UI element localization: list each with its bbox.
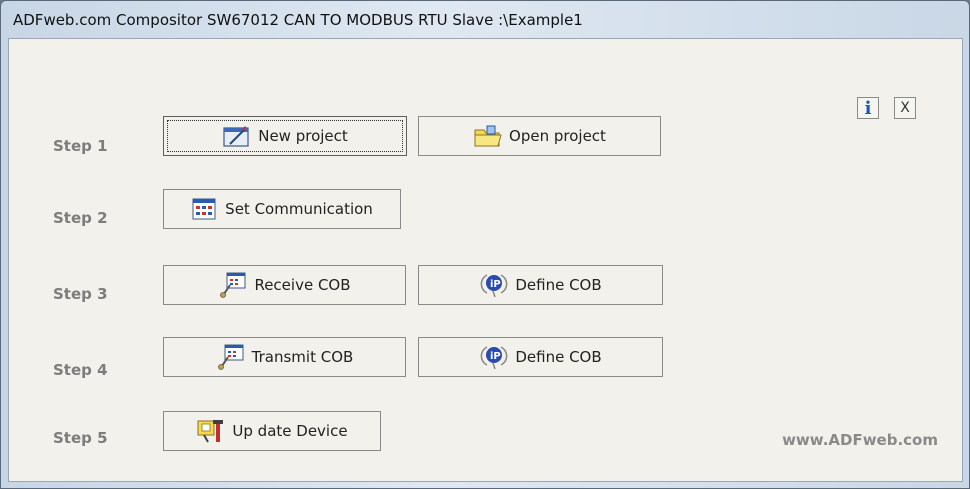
svg-text:iP: iP xyxy=(490,351,501,362)
main-panel: i X Step 1 New project Open project Step… xyxy=(8,38,963,482)
app-window: ADFweb.com Compositor SW67012 CAN TO MOD… xyxy=(0,0,970,489)
footer-url: www.ADFweb.com xyxy=(782,431,938,449)
step-4-label: Step 4 xyxy=(53,361,108,379)
info-icon: i xyxy=(864,97,872,119)
transmit-cob-icon xyxy=(216,343,246,371)
define-cob-icon: iP xyxy=(479,271,509,299)
define-cob-icon: iP xyxy=(479,343,509,371)
close-icon: X xyxy=(900,100,910,116)
define-cob-label-step-4: Define COB xyxy=(515,348,602,366)
transmit-cob-button[interactable]: Transmit COB xyxy=(163,337,406,377)
receive-cob-button[interactable]: Receive COB xyxy=(163,265,406,305)
define-cob-label-step-3: Define COB xyxy=(515,276,602,294)
svg-text:iP: iP xyxy=(490,279,501,290)
step-2-label: Step 2 xyxy=(53,209,108,227)
define-cob-button-step-3[interactable]: iP Define COB xyxy=(418,265,663,305)
step-3-label: Step 3 xyxy=(53,285,108,303)
window-title: ADFweb.com Compositor SW67012 CAN TO MOD… xyxy=(13,11,583,29)
close-button[interactable]: X xyxy=(894,97,916,119)
communication-settings-icon xyxy=(191,195,219,223)
open-project-button[interactable]: Open project xyxy=(418,116,661,156)
update-device-label: Up date Device xyxy=(232,422,348,440)
new-project-button[interactable]: New project xyxy=(163,116,407,156)
info-button[interactable]: i xyxy=(857,97,879,119)
step-1-label: Step 1 xyxy=(53,137,108,155)
receive-cob-label: Receive COB xyxy=(254,276,351,294)
set-communication-label: Set Communication xyxy=(225,200,373,218)
update-device-icon xyxy=(196,417,226,445)
receive-cob-icon xyxy=(218,271,248,299)
folder-icon xyxy=(473,122,503,150)
update-device-button[interactable]: Up date Device xyxy=(163,411,381,451)
step-5-label: Step 5 xyxy=(53,429,108,447)
define-cob-button-step-4[interactable]: iP Define COB xyxy=(418,337,663,377)
transmit-cob-label: Transmit COB xyxy=(251,348,354,366)
title-bar[interactable]: ADFweb.com Compositor SW67012 CAN TO MOD… xyxy=(1,1,969,37)
new-project-icon xyxy=(222,122,252,150)
new-project-label: New project xyxy=(258,127,348,145)
open-project-label: Open project xyxy=(509,127,606,145)
set-communication-button[interactable]: Set Communication xyxy=(163,189,401,229)
